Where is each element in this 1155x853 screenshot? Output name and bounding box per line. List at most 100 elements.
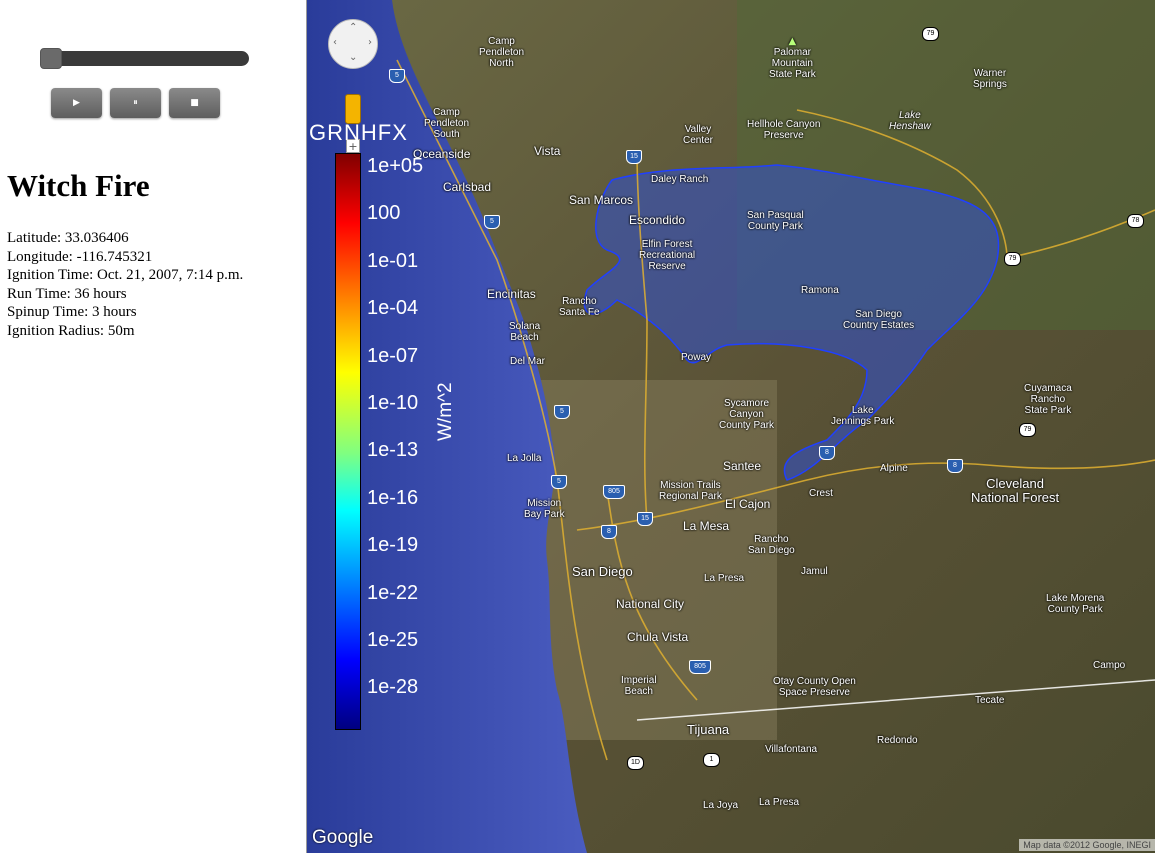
stop-button[interactable]: ■	[169, 88, 220, 118]
ramona-label: Ramona	[801, 285, 839, 296]
interstate-5-shield: 5	[484, 215, 500, 229]
otay-label: Otay County Open Space Preserve	[773, 676, 856, 698]
google-logo: Google	[312, 827, 374, 848]
pause-button[interactable]: ⏸	[110, 88, 161, 118]
san-marcos-label: San Marcos	[569, 193, 634, 207]
time-slider[interactable]	[40, 48, 249, 69]
pan-down-icon[interactable]: ⌄	[349, 52, 357, 63]
colorbar-tick-label: 1e-16	[367, 486, 419, 509]
place-carlsbad: Carlsbad	[443, 181, 491, 194]
sd-country-estates-label: San Diego Country Estates	[843, 309, 915, 331]
tecate-label: Tecate	[975, 695, 1005, 706]
place-valley-center: Valley Center	[683, 124, 713, 146]
del-mar-label: Del Mar	[510, 356, 546, 367]
daley-ranch-label: Daley Ranch	[651, 174, 709, 185]
ignition-time-text: Ignition Time: Oct. 21, 2007, 7:14 p.m.	[7, 267, 244, 283]
place-la-joya: La Joya	[703, 800, 738, 811]
place-warner-springs: Warner Springs	[973, 68, 1007, 90]
map-canvas[interactable]: Camp Pendleton North Camp Pendleton Sout…	[307, 0, 1155, 853]
place-rancho-santa-fe: Rancho Santa Fe	[559, 296, 600, 318]
stop-icon: ■	[190, 98, 199, 108]
pan-left-icon[interactable]: ‹	[333, 37, 337, 48]
mission-bay-label: Mission Bay Park	[524, 498, 565, 520]
colorbar-tick-label: 1e-13	[367, 439, 419, 462]
vista-label: Vista	[534, 144, 561, 158]
colorbar-tick-label: 1e-19	[367, 534, 419, 557]
place-campo: Campo	[1093, 660, 1125, 671]
place-sycamore: Sycamore Canyon County Park	[719, 398, 774, 431]
pan-right-icon[interactable]: ›	[368, 37, 372, 48]
time-slider-knob[interactable]	[40, 48, 62, 69]
crest-label: Crest	[809, 488, 833, 499]
colorbar-tick-label: 1e-07	[367, 344, 419, 367]
place-la-presa: La Presa	[704, 573, 744, 584]
escondido-label: Escondido	[629, 213, 686, 227]
longitude-text: Longitude: -116.745321	[7, 248, 153, 265]
colorbar	[335, 153, 361, 730]
colorbar-tick-label: 1e-10	[367, 392, 419, 414]
la-joya-label: La Joya	[703, 800, 739, 811]
play-button[interactable]: ▶	[51, 88, 102, 118]
place-otay: Otay County Open Space Preserve	[773, 676, 856, 698]
place-lake-morena: Lake Morena County Park	[1046, 593, 1104, 615]
fire-info: Latitude: 33.036406 Longitude: -116.7453…	[7, 229, 243, 340]
route-79-shield: 79	[1004, 252, 1021, 266]
colorbar-tick-label: 1e-25	[367, 629, 419, 651]
redondo-label: Redondo	[877, 735, 918, 746]
place-palomar: ▲ Palomar Mountain State Park	[769, 36, 816, 81]
place-cleveland: Cleveland National Forest	[971, 477, 1059, 505]
place-lake-jennings: Lake Jennings Park	[831, 405, 894, 427]
place-vista: Vista	[534, 145, 560, 158]
place-jamul: Jamul	[801, 566, 828, 577]
la-presa-mx-label: La Presa	[759, 797, 800, 808]
route-1-shield: 1	[703, 753, 720, 767]
place-national-city: National City	[616, 598, 684, 611]
place-lake-henshaw: Lake Henshaw	[889, 110, 931, 132]
villafontana-label: Villafontana	[765, 744, 818, 755]
place-tijuana: Tijuana	[687, 723, 729, 737]
imperial-beach-label: Imperial Beach	[621, 675, 657, 697]
place-el-cajon: El Cajon	[725, 498, 770, 511]
el-cajon-label: El Cajon	[725, 497, 771, 511]
place-san-pasqual: San Pasqual County Park	[747, 210, 804, 232]
national-city-label: National City	[616, 597, 685, 611]
ignition-radius-text: Ignition Radius: 50m	[7, 322, 135, 339]
colorbar-tick-label: 1e+05	[367, 155, 424, 177]
warner-springs-label: Warner Springs	[973, 68, 1007, 90]
colorbar-unit: W/m^2	[435, 382, 456, 441]
place-tecate: Tecate	[975, 695, 1004, 706]
camp-pendleton-north-label: Camp Pendleton North	[479, 36, 525, 69]
place-alpine: Alpine	[880, 463, 908, 474]
place-redondo: Redondo	[877, 735, 918, 746]
place-daley-ranch: Daley Ranch	[651, 174, 708, 185]
la-mesa-label: La Mesa	[683, 519, 730, 533]
cleveland-label: Cleveland National Forest	[971, 476, 1060, 505]
jamul-label: Jamul	[801, 566, 828, 577]
colorbar-tick-label: 1e-28	[367, 676, 419, 699]
pause-icon: ⏸	[133, 98, 138, 108]
run-time-text: Run Time: 36 hours	[7, 285, 127, 302]
carlsbad-label: Carlsbad	[443, 180, 492, 194]
colorbar-tick-label: 1e-04	[367, 297, 419, 320]
route-1d-shield: 1D	[627, 756, 644, 770]
hellhole-label: Hellhole Canyon Preserve	[747, 119, 821, 141]
map-attribution[interactable]: Map data ©2012 Google, INEGI	[1019, 839, 1155, 851]
place-mission-bay: Mission Bay Park	[524, 498, 565, 520]
fire-title: Witch Fire	[7, 168, 150, 203]
pan-up-icon[interactable]: ⌃	[349, 22, 357, 33]
interstate-8-shield: 8	[601, 525, 617, 539]
place-poway: Poway	[681, 352, 711, 363]
place-villafontana: Villafontana	[765, 744, 817, 755]
alpine-label: Alpine	[880, 463, 908, 474]
place-imperial-beach: Imperial Beach	[621, 675, 657, 697]
place-camp-pendleton-south: Camp Pendleton South	[424, 107, 469, 140]
la-jolla-label: La Jolla	[507, 453, 542, 464]
interstate-805-shield: 805	[603, 485, 625, 499]
place-chula-vista: Chula Vista	[627, 631, 688, 644]
latitude-text: Latitude: 33.036406	[7, 230, 129, 246]
play-icon: ▶	[73, 98, 80, 108]
pan-control[interactable]: ⌃ ‹ › ⌄	[328, 19, 378, 69]
place-mission-trails: Mission Trails Regional Park	[659, 480, 722, 502]
cuyamaca-label: Cuyamaca Rancho State Park	[1024, 383, 1072, 416]
interstate-8-shield: 8	[947, 459, 963, 473]
